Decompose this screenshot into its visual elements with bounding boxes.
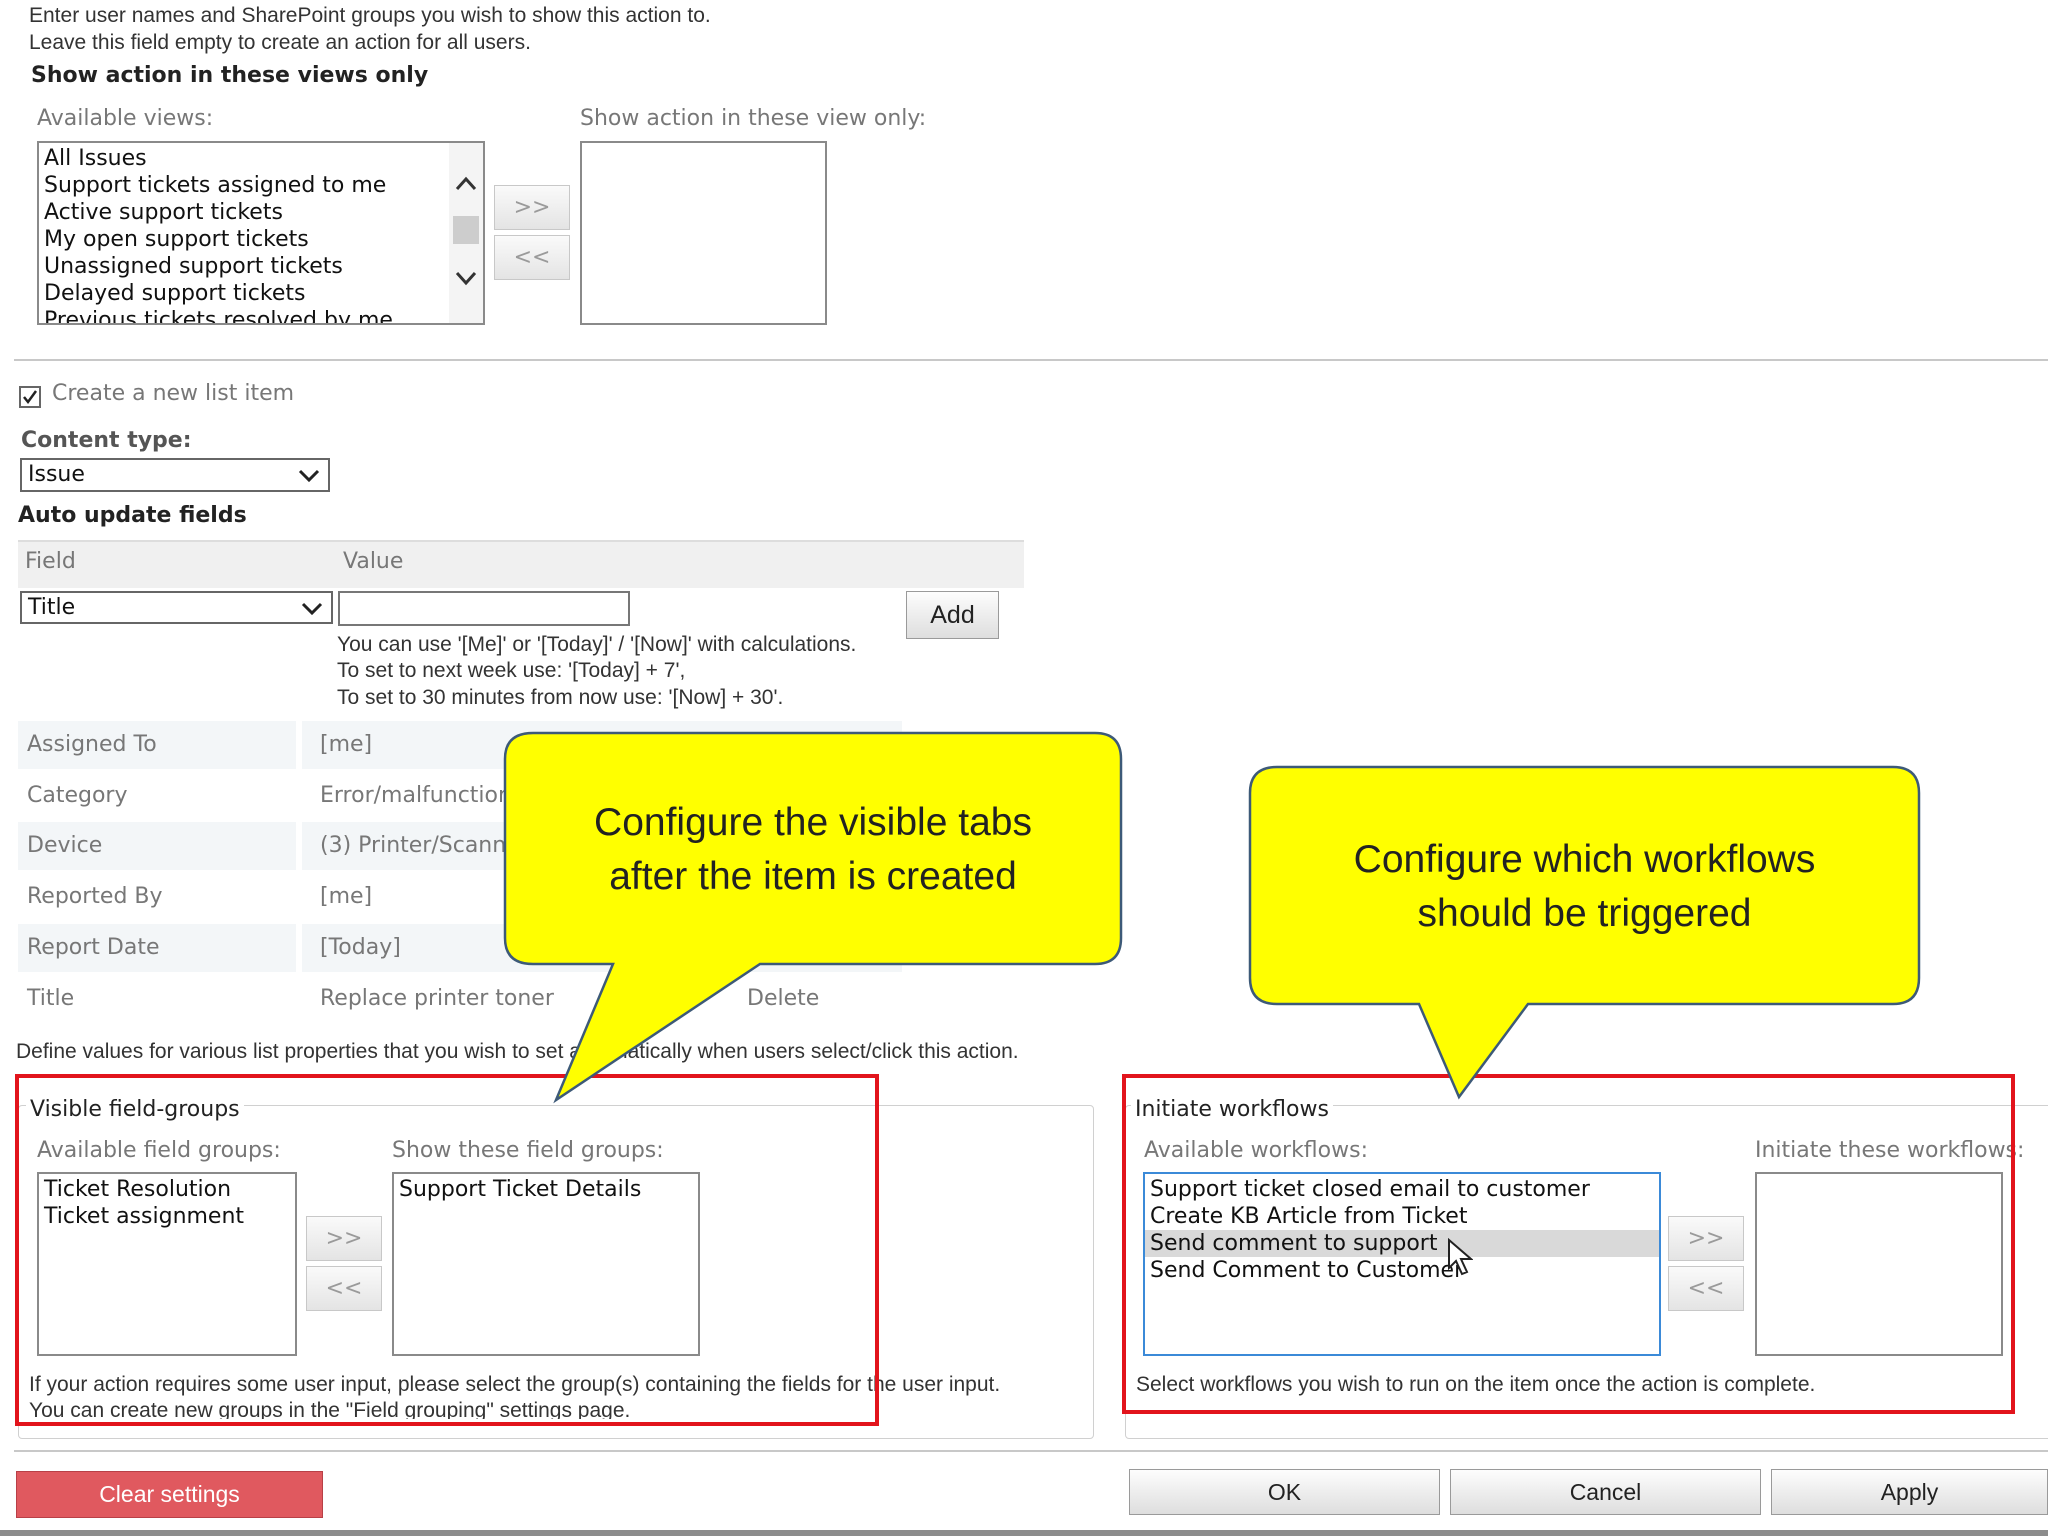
bottom-border <box>0 1530 2048 1536</box>
tabs-callout-line1: Configure the visible tabs <box>594 801 1032 844</box>
tabs-callout-shape <box>503 731 1123 1104</box>
callouts-layer <box>503 731 1921 1104</box>
tabs-callout: Configure the visible tabs after the ite… <box>505 796 1121 904</box>
apply-button[interactable]: Apply <box>1771 1469 2048 1515</box>
workflows-callout-line2: should be triggered <box>1417 892 1752 935</box>
clear-settings-button[interactable]: Clear settings <box>16 1471 323 1518</box>
workflows-callout-line1: Configure which workflows <box>1353 838 1816 881</box>
workflows-callout: Configure which workflows should be trig… <box>1250 833 1919 941</box>
cancel-button[interactable]: Cancel <box>1450 1469 1761 1515</box>
ok-button[interactable]: OK <box>1129 1469 1440 1515</box>
tabs-callout-line2: after the item is created <box>609 855 1017 898</box>
